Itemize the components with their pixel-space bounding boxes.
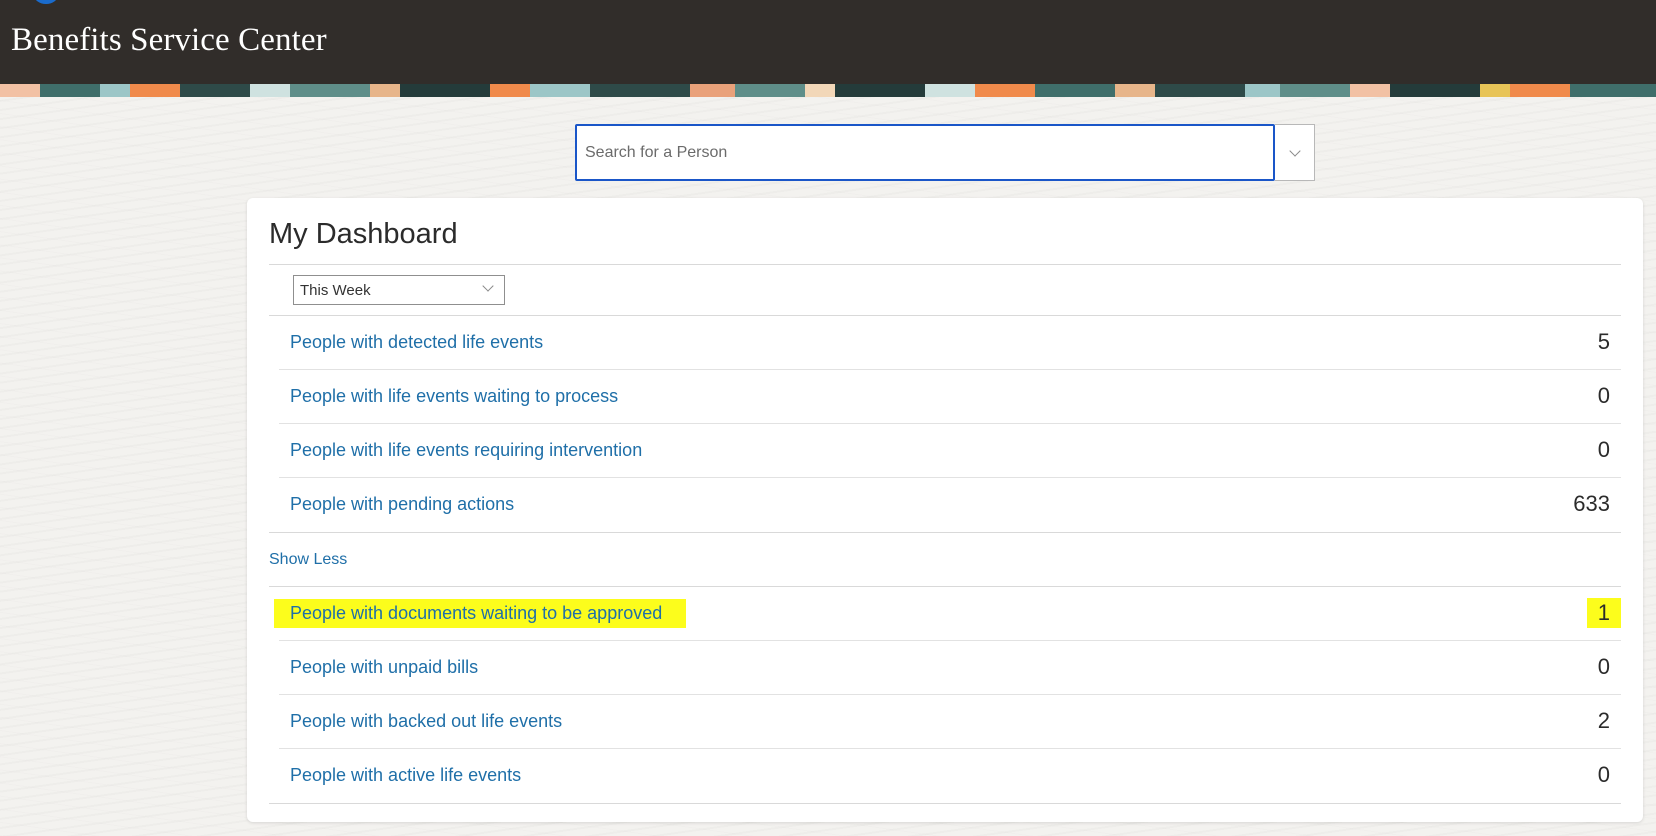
metric-count: 633 <box>1573 491 1610 516</box>
metric-row: People with documents waiting to be appr… <box>274 587 1621 641</box>
metric-row: People with backed out life events 2 <box>279 695 1621 749</box>
divider <box>269 532 1621 533</box>
metric-link-documents-waiting-approval[interactable]: People with documents waiting to be appr… <box>274 599 687 628</box>
metric-link-waiting-to-process[interactable]: People with life events waiting to proce… <box>290 386 618 407</box>
chevron-down-icon <box>482 280 494 292</box>
metric-link-backed-out-life-events[interactable]: People with backed out life events <box>290 711 562 732</box>
metric-link-requiring-intervention[interactable]: People with life events requiring interv… <box>290 440 642 461</box>
metric-row: People with detected life events 5 <box>279 316 1621 370</box>
divider <box>269 264 1621 265</box>
metric-link-active-life-events[interactable]: People with active life events <box>290 765 521 786</box>
metric-row: People with life events requiring interv… <box>279 424 1621 478</box>
primary-metrics-list: People with detected life events 5 Peopl… <box>279 316 1621 532</box>
app-logo-icon[interactable] <box>34 0 58 4</box>
app-header: Benefits Service Center <box>0 0 1656 84</box>
search-dropdown-button[interactable] <box>1275 124 1315 181</box>
decorative-banner <box>0 84 1656 97</box>
period-select-value: This Week <box>300 281 371 299</box>
metric-count: 0 <box>1597 654 1610 679</box>
dashboard-panel: My Dashboard This Week People with detec… <box>247 198 1643 822</box>
person-search <box>575 124 1315 181</box>
metric-link-detected-life-events[interactable]: People with detected life events <box>290 332 543 353</box>
period-select[interactable]: This Week <box>293 275 505 305</box>
divider <box>269 803 1621 804</box>
metric-count: 2 <box>1597 708 1610 733</box>
search-input[interactable] <box>575 124 1275 181</box>
show-less-link[interactable]: Show Less <box>269 551 347 569</box>
metric-count: 0 <box>1597 762 1610 787</box>
page-title: Benefits Service Center <box>11 22 327 58</box>
metric-count: 0 <box>1597 383 1610 408</box>
metric-row: People with pending actions 633 <box>279 478 1621 532</box>
dashboard-title: My Dashboard <box>269 218 458 250</box>
metric-row: People with active life events 0 <box>279 749 1621 803</box>
metric-count: 1 <box>1586 598 1621 628</box>
metric-row: People with unpaid bills 0 <box>279 641 1621 695</box>
metric-row: People with life events waiting to proce… <box>279 370 1621 424</box>
metric-link-pending-actions[interactable]: People with pending actions <box>290 494 514 515</box>
metric-count: 0 <box>1597 437 1610 462</box>
metric-link-unpaid-bills[interactable]: People with unpaid bills <box>290 657 478 678</box>
metric-count: 5 <box>1597 329 1610 354</box>
chevron-down-icon <box>1288 144 1301 157</box>
extra-metrics-list: People with documents waiting to be appr… <box>274 587 1621 803</box>
